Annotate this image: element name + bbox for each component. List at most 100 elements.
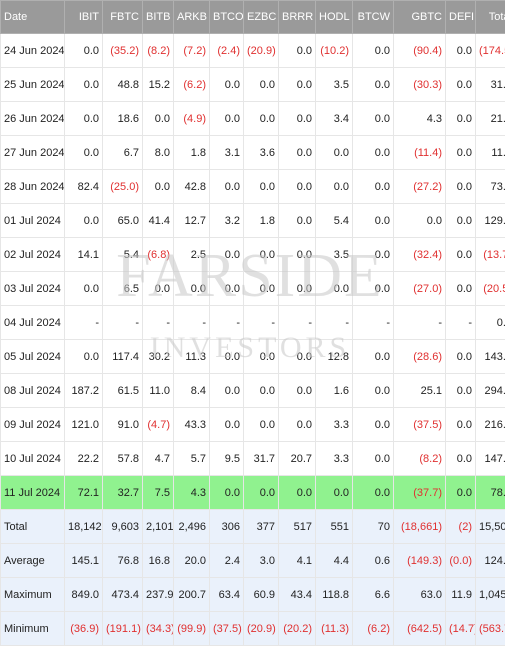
- cell-defi: 0.0: [445, 237, 476, 272]
- table-row: 27 Jun 2024 0.0 6.7 8.0 1.8 3.1 3.6 0.0 0.0 0.0 (1…: [0, 135, 505, 170]
- row-date: 25 Jun 2024: [0, 67, 65, 102]
- cell-brrr: 4.1: [278, 543, 316, 578]
- cell-fbtc: 57.8: [102, 441, 143, 476]
- cell-btcw: 70: [352, 509, 394, 544]
- cell-hodl: (11.3): [315, 611, 353, 646]
- cell-gbtc: (28.6): [393, 339, 446, 374]
- cell-btcw: 0.0: [352, 33, 394, 68]
- cell-fbtc: 9,603: [102, 509, 143, 544]
- cell-ezbc: (20.9): [243, 611, 279, 646]
- cell-btco: 3.1: [209, 135, 244, 170]
- cell-arkb: (7.2): [173, 33, 210, 68]
- cell-defi: (0.0): [445, 543, 476, 578]
- table-body: 24 Jun 2024 0.0 (35.2) (8.2) (7.2) (2.4) (20.9…: [0, 33, 505, 646]
- cell-ibit: -: [64, 305, 103, 340]
- cell-ezbc: 0.0: [243, 475, 279, 510]
- cell-arkb: 5.7: [173, 441, 210, 476]
- cell-hodl: 1.6: [315, 373, 353, 408]
- column-header-ezbc: EZBC: [243, 0, 279, 34]
- cell-ezbc: -: [243, 305, 279, 340]
- cell-total: 0.0: [475, 305, 505, 340]
- cell-brrr: 0.0: [278, 339, 316, 374]
- cell-ibit: 187.2: [64, 373, 103, 408]
- cell-gbtc: 0.0: [393, 203, 446, 238]
- row-date: 05 Jul 2024: [0, 339, 65, 374]
- cell-gbtc: (11.4): [393, 135, 446, 170]
- cell-gbtc: (37.7): [393, 475, 446, 510]
- cell-fbtc: 473.4: [102, 577, 143, 612]
- cell-arkb: 2.5: [173, 237, 210, 272]
- table-row: 10 Jul 2024 22.2 57.8 4.7 5.7 9.5 31.7 20.7 3.3 0…: [0, 441, 505, 476]
- cell-defi: 0.0: [445, 135, 476, 170]
- cell-defi: 0.0: [445, 67, 476, 102]
- cell-total: 216.4: [475, 407, 505, 442]
- cell-ibit: 145.1: [64, 543, 103, 578]
- cell-gbtc: 63.0: [393, 577, 446, 612]
- cell-bitb: 0.0: [142, 271, 174, 306]
- cell-ezbc: (20.9): [243, 33, 279, 68]
- cell-ibit: 0.0: [64, 101, 103, 136]
- cell-btcw: -: [352, 305, 394, 340]
- summary-row: Total 18,142 9,603 2,101 2,496 306 377 517 551 70…: [0, 509, 505, 544]
- row-date: 02 Jul 2024: [0, 237, 65, 272]
- cell-ibit: 0.0: [64, 33, 103, 68]
- cell-gbtc: (27.0): [393, 271, 446, 306]
- cell-fbtc: (35.2): [102, 33, 143, 68]
- cell-btco: 0.0: [209, 339, 244, 374]
- cell-fbtc: (25.0): [102, 169, 143, 204]
- cell-bitb: (6.8): [142, 237, 174, 272]
- cell-bitb: (8.2): [142, 33, 174, 68]
- cell-gbtc: (32.4): [393, 237, 446, 272]
- cell-btco: 0.0: [209, 237, 244, 272]
- cell-total: (20.5): [475, 271, 505, 306]
- cell-ibit: 18,142: [64, 509, 103, 544]
- row-date: 04 Jul 2024: [0, 305, 65, 340]
- table-row: 05 Jul 2024 0.0 117.4 30.2 11.3 0.0 0.0 0.0 12.8…: [0, 339, 505, 374]
- cell-bitb: 16.8: [142, 543, 174, 578]
- cell-arkb: 8.4: [173, 373, 210, 408]
- cell-btcw: 0.0: [352, 135, 394, 170]
- cell-brrr: 0.0: [278, 203, 316, 238]
- cell-defi: 0.0: [445, 203, 476, 238]
- cell-ezbc: 3.0: [243, 543, 279, 578]
- cell-defi: 0.0: [445, 373, 476, 408]
- cell-total: 143.1: [475, 339, 505, 374]
- column-header-total: Total: [475, 0, 505, 34]
- cell-btcw: 0.0: [352, 203, 394, 238]
- cell-gbtc: (18,661): [393, 509, 446, 544]
- cell-hodl: 551: [315, 509, 353, 544]
- cell-fbtc: 6.5: [102, 271, 143, 306]
- cell-arkb: 200.7: [173, 577, 210, 612]
- cell-ibit: 121.0: [64, 407, 103, 442]
- cell-brrr: 0.0: [278, 407, 316, 442]
- cell-btcw: 0.6: [352, 543, 394, 578]
- cell-total: 21.4: [475, 101, 505, 136]
- cell-hodl: 0.0: [315, 475, 353, 510]
- table-row: 01 Jul 2024 0.0 65.0 41.4 12.7 3.2 1.8 0.0 5.4 0.…: [0, 203, 505, 238]
- cell-hodl: 0.0: [315, 135, 353, 170]
- cell-brrr: 0.0: [278, 169, 316, 204]
- cell-fbtc: 48.8: [102, 67, 143, 102]
- row-date: 10 Jul 2024: [0, 441, 65, 476]
- cell-fbtc: 91.0: [102, 407, 143, 442]
- cell-fbtc: 32.7: [102, 475, 143, 510]
- cell-arkb: 20.0: [173, 543, 210, 578]
- cell-defi: 0.0: [445, 33, 476, 68]
- cell-defi: 0.0: [445, 475, 476, 510]
- cell-btcw: 0.0: [352, 475, 394, 510]
- column-header-gbtc: GBTC: [393, 0, 446, 34]
- cell-ibit: 0.0: [64, 271, 103, 306]
- cell-brrr: 20.7: [278, 441, 316, 476]
- cell-defi: 0.0: [445, 271, 476, 306]
- cell-ezbc: 0.0: [243, 237, 279, 272]
- cell-bitb: 15.2: [142, 67, 174, 102]
- cell-total: 73.0: [475, 169, 505, 204]
- cell-btco: 63.4: [209, 577, 244, 612]
- row-date: 27 Jun 2024: [0, 135, 65, 170]
- cell-bitb: -: [142, 305, 174, 340]
- cell-total: 124.0: [475, 543, 505, 578]
- cell-ibit: 0.0: [64, 339, 103, 374]
- cell-btcw: 0.0: [352, 339, 394, 374]
- cell-btcw: 0.0: [352, 271, 394, 306]
- cell-brrr: 43.4: [278, 577, 316, 612]
